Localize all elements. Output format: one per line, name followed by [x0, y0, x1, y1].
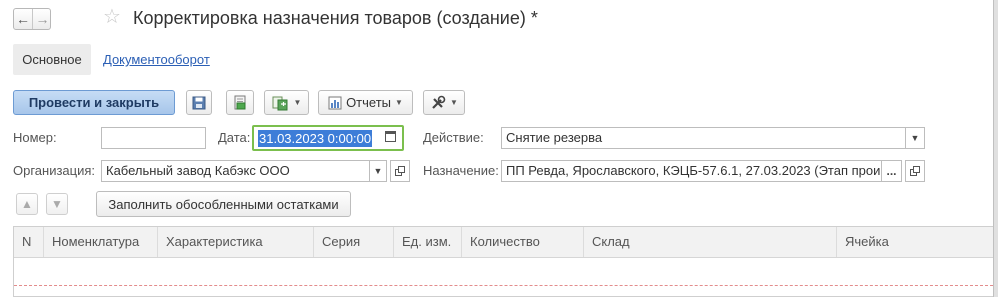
goods-table: N Номенклатура Характеристика Серия Ед. … [13, 226, 998, 297]
column-header-n[interactable]: N [14, 227, 44, 257]
date-value: 31.03.2023 0:00:00 [258, 130, 373, 147]
organization-open-button[interactable] [390, 160, 410, 182]
fill-separate-stock-button[interactable]: Заполнить обособленными остатками [96, 191, 351, 217]
favorite-star-icon[interactable]: ☆ [103, 6, 121, 28]
create-based-on-icon [272, 96, 288, 110]
reports-label: Отчеты [346, 95, 391, 110]
window-title: Корректировка назначения товаров (создан… [133, 8, 538, 28]
action-dropdown-button[interactable]: ▼ [905, 127, 925, 149]
save-icon [192, 96, 206, 109]
reports-icon [328, 96, 342, 109]
post-and-close-button[interactable]: Провести и закрыть [13, 90, 175, 115]
tools-icon [432, 95, 446, 109]
move-up-button[interactable]: ▲ [16, 193, 38, 215]
number-label: Номер: [13, 130, 57, 145]
move-down-button[interactable]: ▼ [46, 193, 68, 215]
column-header-series[interactable]: Серия [314, 227, 394, 257]
back-arrow-icon[interactable]: ← [14, 9, 33, 29]
column-header-quantity[interactable]: Количество [462, 227, 584, 257]
table-header: N Номенклатура Характеристика Серия Ед. … [14, 227, 998, 258]
assignment-select-button[interactable]: ... [881, 160, 902, 182]
more-actions-button[interactable]: ▼ [423, 90, 465, 115]
chevron-down-icon: ▼ [910, 133, 920, 143]
action-label: Действие: [423, 130, 484, 145]
post-button[interactable] [226, 90, 254, 115]
organization-dropdown-button[interactable]: ▼ [369, 160, 387, 182]
organization-field[interactable]: Кабельный завод Кабэкс ООО [101, 160, 370, 182]
tab-main[interactable]: Основное [13, 44, 91, 75]
empty-row-divider [14, 285, 998, 286]
organization-label: Организация: [13, 163, 96, 178]
date-label: Дата: [218, 130, 251, 145]
column-header-characteristic[interactable]: Характеристика [158, 227, 314, 257]
chevron-down-icon: ▼ [293, 98, 302, 107]
column-header-cell[interactable]: Ячейка [837, 227, 998, 257]
history-nav: ← → [13, 8, 51, 30]
forward-arrow-icon[interactable]: → [33, 9, 52, 29]
tab-document-flow[interactable]: Документооборот [103, 52, 210, 67]
column-header-warehouse[interactable]: Склад [584, 227, 837, 257]
assignment-open-button[interactable] [905, 160, 925, 182]
assignment-field[interactable]: ПП Ревда, Ярославского, КЭЦБ-57.6.1, 27.… [501, 160, 882, 182]
post-document-icon [234, 95, 246, 109]
reports-button[interactable]: Отчеты ▼ [318, 90, 413, 115]
arrow-up-icon: ▲ [21, 197, 33, 211]
create-based-on-button[interactable]: ▼ [264, 90, 309, 115]
assignment-label: Назначение: [423, 163, 499, 178]
chevron-down-icon: ▼ [450, 98, 458, 107]
column-header-unit[interactable]: Ед. изм. [394, 227, 462, 257]
action-select[interactable]: Снятие резерва [501, 127, 906, 149]
arrow-down-icon: ▼ [51, 197, 63, 211]
chevron-down-icon: ▼ [395, 98, 403, 107]
open-form-icon [910, 166, 920, 176]
open-form-icon [395, 166, 405, 176]
column-header-nomenclature[interactable]: Номенклатура [44, 227, 158, 257]
chevron-down-icon: ▼ [373, 166, 383, 176]
calendar-icon[interactable] [385, 131, 396, 142]
save-button[interactable] [186, 90, 212, 115]
number-field[interactable] [101, 127, 206, 149]
window-right-edge [993, 0, 998, 297]
date-field[interactable]: 31.03.2023 0:00:00 [252, 125, 404, 151]
